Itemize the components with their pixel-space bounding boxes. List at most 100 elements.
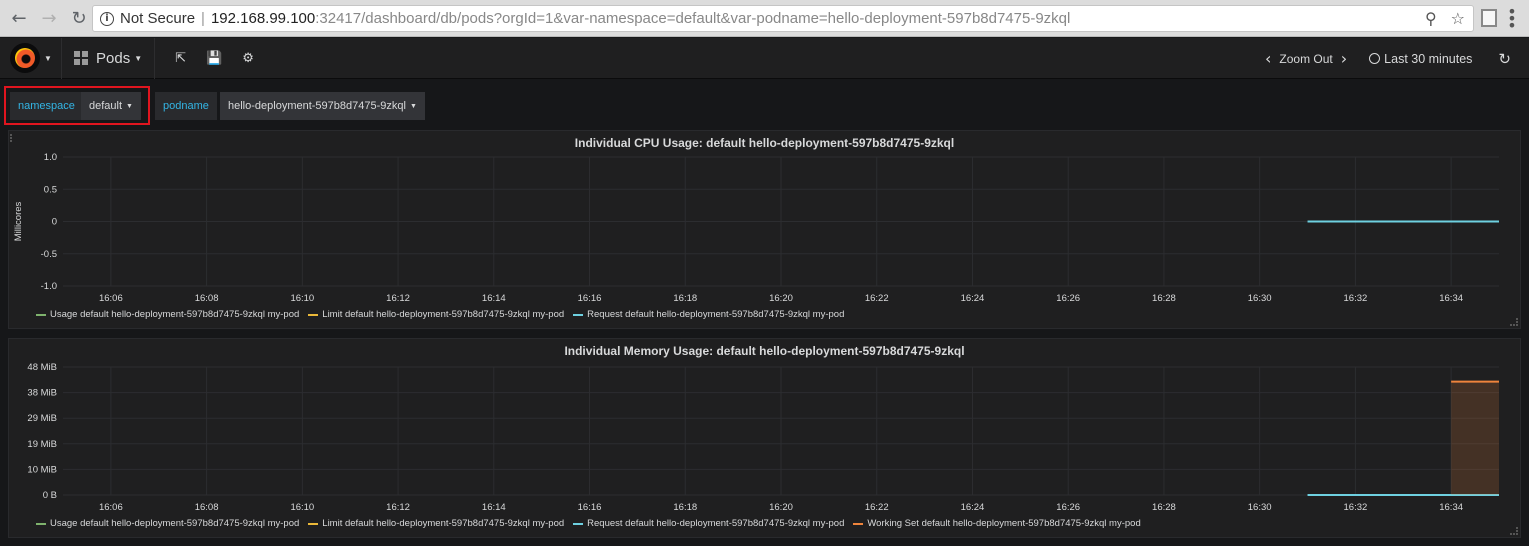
back-icon[interactable]: ← xyxy=(8,7,30,29)
memory-usage-panel: Individual Memory Usage: default hello-d… xyxy=(8,338,1521,538)
legend-label: Request default hello-deployment-597b8d7… xyxy=(587,518,845,529)
panel-resize-handle[interactable] xyxy=(1510,527,1518,535)
variable-label-podname: podname xyxy=(155,92,217,120)
legend-item[interactable]: Usage default hello-deployment-597b8d747… xyxy=(36,309,299,320)
reload-icon[interactable]: ↻ xyxy=(68,7,90,29)
legend-swatch xyxy=(36,522,46,525)
grafana-menu-button[interactable]: ▼ xyxy=(0,37,62,79)
caret-down-icon: ▼ xyxy=(126,102,133,110)
dashboard-title: Pods xyxy=(96,49,131,67)
caret-down-icon: ▼ xyxy=(134,53,143,63)
x-tick-label: 16:20 xyxy=(769,293,793,304)
x-tick-label: 16:34 xyxy=(1439,502,1463,513)
memory-chart[interactable]: 48 MiB 38 MiB 29 MiB 19 MiB 10 MiB 0 B 16:06 16… xyxy=(9,339,1522,539)
y-tick-label: 19 MiB xyxy=(27,439,57,450)
variable-value: hello-deployment-597b8d7475-9zkql xyxy=(228,100,406,112)
x-tick-label: 16:12 xyxy=(386,293,410,304)
legend-label: Usage default hello-deployment-597b8d747… xyxy=(50,309,300,320)
x-tick-label: 16:32 xyxy=(1344,502,1368,513)
x-tick-label: 16:30 xyxy=(1248,293,1272,304)
x-tick-label: 16:26 xyxy=(1056,502,1080,513)
x-tick-label: 16:28 xyxy=(1152,502,1176,513)
x-tick-label: 16:10 xyxy=(290,293,314,304)
star-icon[interactable]: ☆ xyxy=(1451,9,1465,28)
x-tick-label: 16:12 xyxy=(386,502,410,513)
settings-icon[interactable]: ⚙ xyxy=(242,51,254,66)
template-variables: namespace default ▼ podname hello-deploym… xyxy=(0,82,1529,126)
y-tick-label: 0 xyxy=(52,217,57,228)
browser-toolbar: ← → ↻ i Not Secure | 192.168.99.100:3241… xyxy=(0,0,1529,37)
save-icon[interactable]: 💾 xyxy=(206,51,222,66)
zoom-out-button[interactable]: Zoom Out xyxy=(1279,52,1332,66)
url-host: 192.168.99.100 xyxy=(210,10,316,27)
x-tick-label: 16:24 xyxy=(961,502,985,513)
y-tick-label: -1.0 xyxy=(41,281,57,292)
legend-item[interactable]: Working Set default hello-deployment-597… xyxy=(853,518,1141,529)
extension-icon[interactable] xyxy=(1481,9,1497,27)
y-tick-label: -0.5 xyxy=(41,249,57,260)
info-icon[interactable]: i xyxy=(100,11,114,26)
legend-swatch xyxy=(308,313,319,316)
legend-label: Working Set default hello-deployment-597… xyxy=(867,518,1141,529)
x-tick-label: 16:06 xyxy=(99,293,123,304)
variable-select-namespace[interactable]: default ▼ xyxy=(81,92,141,120)
x-tick-label: 16:18 xyxy=(673,502,697,513)
refresh-icon[interactable]: ↻ xyxy=(1498,50,1511,68)
share-icon[interactable]: ⇱ xyxy=(175,51,186,66)
legend-item[interactable]: Limit default hello-deployment-597b8d747… xyxy=(308,309,564,320)
legend-swatch xyxy=(853,522,864,525)
x-tick-label: 16:24 xyxy=(961,293,985,304)
not-secure-label: Not Secure xyxy=(120,10,196,27)
legend-label: Limit default hello-deployment-597b8d747… xyxy=(322,518,565,529)
legend-swatch xyxy=(573,313,584,316)
zoom-icon[interactable]: ⚲ xyxy=(1425,9,1437,28)
y-axis-label: Millicores xyxy=(13,201,24,241)
x-tick-label: 16:16 xyxy=(578,293,602,304)
variable-select-podname[interactable]: hello-deployment-597b8d7475-9zkql ▼ xyxy=(220,92,425,120)
omnibox-separator: | xyxy=(201,10,205,27)
x-tick-label: 16:08 xyxy=(195,293,219,304)
x-tick-label: 16:26 xyxy=(1056,293,1080,304)
x-tick-label: 16:14 xyxy=(482,293,506,304)
variable-value: default xyxy=(89,100,123,112)
y-tick-label: 38 MiB xyxy=(27,388,57,399)
chart-legend: Usage default hello-deployment-597b8d747… xyxy=(36,309,853,320)
panel-resize-handle[interactable] xyxy=(1510,318,1518,326)
legend-item[interactable]: Usage default hello-deployment-597b8d747… xyxy=(36,518,299,529)
forward-icon[interactable]: → xyxy=(38,7,60,29)
address-bar[interactable]: i Not Secure | 192.168.99.100:32417/dash… xyxy=(92,5,1474,32)
y-tick-label: 29 MiB xyxy=(27,413,57,424)
legend-item[interactable]: Request default hello-deployment-597b8d7… xyxy=(573,309,844,320)
chevron-left-icon[interactable]: ‹ xyxy=(1265,49,1271,68)
legend-label: Request default hello-deployment-597b8d7… xyxy=(587,309,845,320)
url-path: :32417/dashboard/db/pods?orgId=1&var-nam… xyxy=(315,10,1071,27)
y-tick-label: 48 MiB xyxy=(27,362,57,373)
legend-swatch xyxy=(308,522,319,525)
chevron-right-icon[interactable]: › xyxy=(1341,49,1347,68)
legend-swatch xyxy=(36,313,46,316)
x-tick-label: 16:22 xyxy=(865,293,889,304)
cpu-usage-panel: Individual CPU Usage: default hello-depl… xyxy=(8,130,1521,329)
dashboard-picker[interactable]: Pods ▼ xyxy=(62,37,156,79)
legend-label: Usage default hello-deployment-597b8d747… xyxy=(50,518,300,529)
x-tick-label: 16:14 xyxy=(482,502,506,513)
x-tick-label: 16:30 xyxy=(1248,502,1272,513)
legend-item[interactable]: Request default hello-deployment-597b8d7… xyxy=(573,518,844,529)
x-tick-label: 16:20 xyxy=(769,502,793,513)
x-tick-label: 16:18 xyxy=(673,293,697,304)
x-tick-label: 16:10 xyxy=(290,502,314,513)
series-area xyxy=(1451,381,1499,495)
dashboard-grid-icon xyxy=(74,51,88,65)
menu-icon[interactable]: • • • xyxy=(1506,4,1518,34)
y-tick-label: 0.5 xyxy=(44,184,57,195)
y-tick-label: 1.0 xyxy=(44,152,57,163)
x-tick-label: 16:28 xyxy=(1152,293,1176,304)
x-tick-label: 16:06 xyxy=(99,502,123,513)
legend-item[interactable]: Limit default hello-deployment-597b8d747… xyxy=(308,518,564,529)
cpu-chart[interactable]: 1.0 0.5 0 -0.5 -1.0 16:06 16:08 16:10 16:12 16:14… xyxy=(9,131,1522,330)
caret-down-icon: ▼ xyxy=(409,102,417,110)
grafana-logo-icon xyxy=(10,43,40,73)
variable-label-namespace: namespace xyxy=(10,92,83,120)
x-tick-label: 16:32 xyxy=(1344,293,1368,304)
time-range-picker[interactable]: Last 30 minutes xyxy=(1384,52,1472,66)
